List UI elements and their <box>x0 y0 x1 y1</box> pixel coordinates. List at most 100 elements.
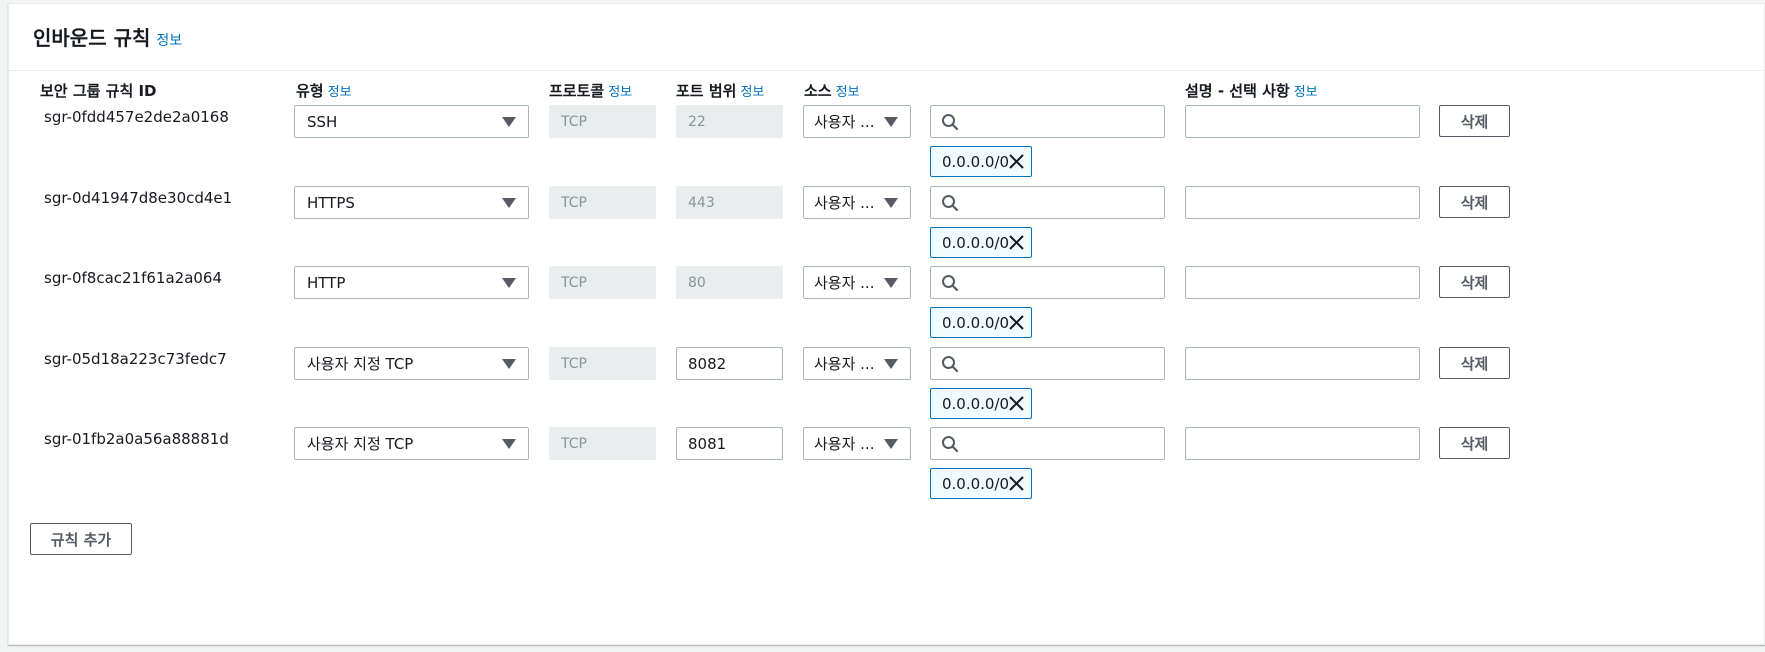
panel-header: 인바운드 규칙 정보 <box>9 4 1764 71</box>
caret-down-icon <box>884 117 898 127</box>
delete-rule-button[interactable]: 삭제 <box>1439 266 1510 298</box>
col-header-type: 유형 정보 <box>296 80 352 101</box>
protocol-info-link[interactable]: 정보 <box>608 85 632 100</box>
type-info-link[interactable]: 정보 <box>328 85 352 100</box>
source-type-value: 사용자 ... <box>814 274 875 292</box>
cidr-token: 0.0.0.0/0 <box>930 468 1032 499</box>
port-range-value: 22 <box>688 113 706 130</box>
source-type-select[interactable]: 사용자 ... <box>803 105 911 138</box>
cidr-token-label: 0.0.0.0/0 <box>942 474 1010 493</box>
source-search-input[interactable] <box>930 347 1165 380</box>
close-icon[interactable] <box>1008 234 1025 255</box>
type-select[interactable]: SSH <box>294 105 529 138</box>
delete-rule-button-label: 삭제 <box>1460 434 1489 453</box>
caret-down-icon <box>502 439 516 449</box>
col-header-rule-id-label: 보안 그룹 규칙 ID <box>40 82 157 100</box>
inbound-rules-panel: 인바운드 규칙 정보 보안 그룹 규칙 ID 유형 정보 프로토콜 정보 포트 범위 정… <box>8 3 1765 645</box>
protocol-field: TCP <box>549 105 656 138</box>
cidr-token-label: 0.0.0.0/0 <box>942 233 1010 252</box>
col-header-port-range-label: 포트 범위 <box>676 82 737 100</box>
source-type-select[interactable]: 사용자 ... <box>803 186 911 219</box>
panel-info-link[interactable]: 정보 <box>156 33 182 49</box>
add-rule-button[interactable]: 규칙 추가 <box>30 523 132 555</box>
close-icon[interactable] <box>1008 395 1025 416</box>
type-select-value: HTTPS <box>307 193 355 212</box>
protocol-value: TCP <box>561 435 587 452</box>
type-select[interactable]: 사용자 지정 TCP <box>294 347 529 380</box>
source-search-input[interactable] <box>930 186 1165 219</box>
type-select[interactable]: 사용자 지정 TCP <box>294 427 529 460</box>
type-select-value: SSH <box>307 112 338 131</box>
rule-id: sgr-0fdd457e2de2a0168 <box>44 108 229 126</box>
col-header-protocol: 프로토콜 정보 <box>549 80 632 101</box>
caret-down-icon <box>884 439 898 449</box>
delete-rule-button-label: 삭제 <box>1460 273 1489 292</box>
cidr-token: 0.0.0.0/0 <box>930 307 1032 338</box>
search-icon <box>941 435 959 457</box>
source-type-value: 사용자 ... <box>814 435 875 453</box>
port-range-field: 22 <box>676 105 783 138</box>
type-select-value: 사용자 지정 TCP <box>307 435 414 453</box>
col-header-port-range: 포트 범위 정보 <box>676 80 764 101</box>
rule-id: sgr-05d18a223c73fedc7 <box>44 350 227 368</box>
close-icon[interactable] <box>1008 475 1025 496</box>
caret-down-icon <box>502 117 516 127</box>
port-range-info-link[interactable]: 정보 <box>740 85 764 100</box>
type-select[interactable]: HTTP <box>294 266 529 299</box>
col-header-source: 소스 정보 <box>804 80 860 101</box>
delete-rule-button-label: 삭제 <box>1460 112 1489 131</box>
description-input[interactable] <box>1185 186 1420 219</box>
port-range-value: 443 <box>688 194 715 211</box>
port-range-input[interactable] <box>676 347 783 380</box>
source-search-input[interactable] <box>930 427 1165 460</box>
cidr-token: 0.0.0.0/0 <box>930 388 1032 419</box>
search-icon <box>941 355 959 377</box>
port-range-input[interactable] <box>676 427 783 460</box>
description-input[interactable] <box>1185 347 1420 380</box>
rule-id: sgr-01fb2a0a56a88881d <box>44 430 229 448</box>
caret-down-icon <box>884 278 898 288</box>
protocol-value: TCP <box>561 274 587 291</box>
add-rule-button-label: 규칙 추가 <box>50 530 112 549</box>
type-select[interactable]: HTTPS <box>294 186 529 219</box>
description-input[interactable] <box>1185 266 1420 299</box>
protocol-value: TCP <box>561 113 587 130</box>
cidr-token-label: 0.0.0.0/0 <box>942 394 1010 413</box>
source-type-select[interactable]: 사용자 ... <box>803 266 911 299</box>
port-range-value: 80 <box>688 274 706 291</box>
col-header-protocol-label: 프로토콜 <box>549 82 605 100</box>
panel-title: 인바운드 규칙 정보 <box>33 22 182 51</box>
rule-id: sgr-0f8cac21f61a2a064 <box>44 269 223 287</box>
rule-id: sgr-0d41947d8e30cd4e1 <box>44 189 233 207</box>
caret-down-icon <box>502 278 516 288</box>
source-search-input[interactable] <box>930 266 1165 299</box>
cidr-token: 0.0.0.0/0 <box>930 146 1032 177</box>
port-range-field: 443 <box>676 186 783 219</box>
source-type-select[interactable]: 사용자 ... <box>803 347 911 380</box>
source-info-link[interactable]: 정보 <box>836 85 860 100</box>
source-search-input[interactable] <box>930 105 1165 138</box>
description-input[interactable] <box>1185 105 1420 138</box>
cidr-token-label: 0.0.0.0/0 <box>942 152 1010 171</box>
search-icon <box>941 194 959 216</box>
close-icon[interactable] <box>1008 153 1025 174</box>
source-type-select[interactable]: 사용자 ... <box>803 427 911 460</box>
caret-down-icon <box>502 198 516 208</box>
delete-rule-button[interactable]: 삭제 <box>1439 105 1510 137</box>
delete-rule-button-label: 삭제 <box>1460 193 1489 212</box>
protocol-field: TCP <box>549 427 656 460</box>
delete-rule-button[interactable]: 삭제 <box>1439 186 1510 218</box>
delete-rule-button[interactable]: 삭제 <box>1439 347 1510 379</box>
delete-rule-button[interactable]: 삭제 <box>1439 427 1510 459</box>
caret-down-icon <box>884 359 898 369</box>
description-input[interactable] <box>1185 427 1420 460</box>
panel-title-text: 인바운드 규칙 <box>33 26 151 50</box>
source-type-value: 사용자 ... <box>814 194 875 212</box>
close-icon[interactable] <box>1008 314 1025 335</box>
source-type-value: 사용자 ... <box>814 355 875 373</box>
delete-rule-button-label: 삭제 <box>1460 354 1489 373</box>
description-info-link[interactable]: 정보 <box>1294 85 1318 100</box>
caret-down-icon <box>884 198 898 208</box>
col-header-description: 설명 - 선택 사항 정보 <box>1185 80 1318 101</box>
cidr-token: 0.0.0.0/0 <box>930 227 1032 258</box>
